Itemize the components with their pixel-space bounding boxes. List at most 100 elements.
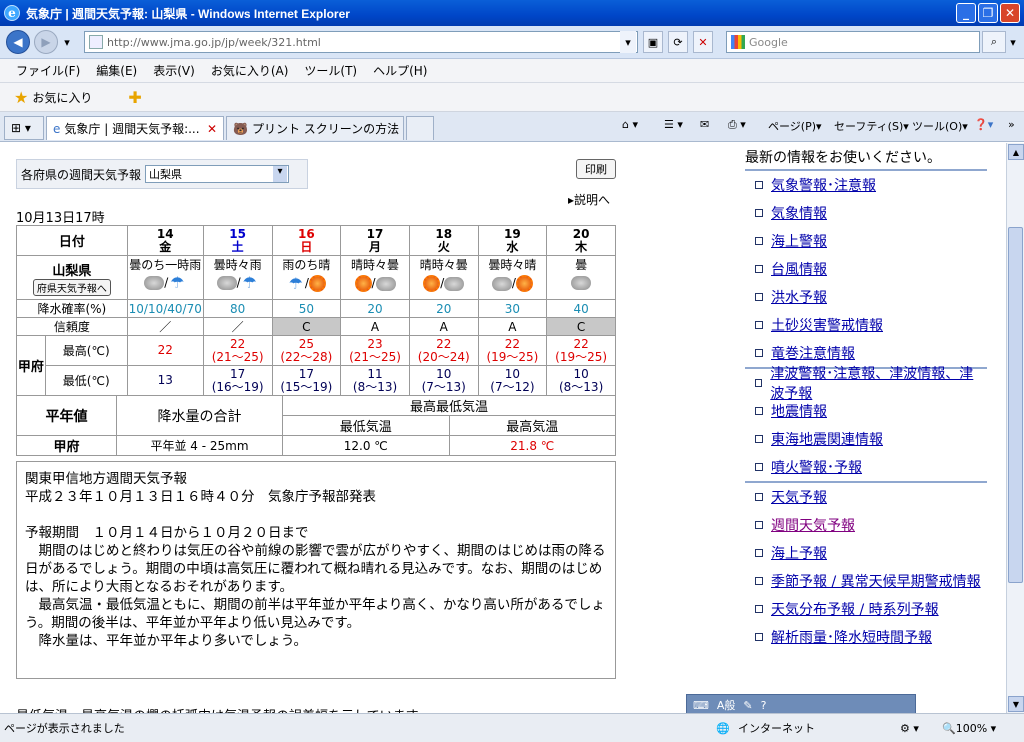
home-icon[interactable]: ⌂ ▾ (622, 118, 638, 131)
new-tab-button[interactable] (406, 116, 434, 140)
sidebar-link[interactable]: 解析雨量･降水短時間予報 (745, 623, 987, 651)
weekly-forecast-table: 日付 14 金 15 土 16 日 17 月 18 火 19 水 20 木山梨県 府県天気予報へ 曇のち一時雨 /… (16, 225, 616, 396)
pref-select[interactable]: 山梨県 (145, 165, 290, 183)
sidebar-link[interactable]: 気象情報 (745, 199, 987, 227)
menu-view[interactable]: 表示(V) (153, 62, 195, 79)
min-temp: 17 (230, 366, 246, 381)
tab-jma[interactable]: e 気象庁 | 週間天気予報:... ✕ (46, 116, 224, 140)
day-17: 17 月 (340, 225, 410, 256)
min-temp: 10 (504, 366, 521, 381)
search-input[interactable]: Google (726, 31, 980, 53)
sidebar-link[interactable]: 週間天気予報 (745, 511, 987, 539)
min-temp: 13 (157, 373, 173, 387)
sidebar-link[interactable]: 海上警報 (745, 227, 987, 255)
menu-file[interactable]: ファイル(F) (16, 62, 80, 79)
tab-printscreen[interactable]: 🐻 プリント スクリーンの方法 (226, 116, 404, 140)
sun-icon (423, 275, 441, 292)
vertical-scrollbar[interactable]: ▲ ▼ (1006, 143, 1024, 713)
day-date: 17 (366, 226, 384, 241)
protected-mode-icon[interactable]: ⚙ ▾ (900, 722, 919, 735)
close-button[interactable]: ✕ (1000, 3, 1020, 23)
maximize-button[interactable]: ❐ (978, 3, 998, 23)
max-temp-cell: 22 (21～25) (202, 335, 273, 366)
help-icon[interactable]: ❓▾ (974, 118, 993, 131)
menu-edit[interactable]: 編集(E) (96, 62, 137, 79)
back-button[interactable]: ◀ (6, 30, 30, 54)
feeds-icon[interactable]: ☰ ▾ (664, 118, 683, 131)
precip-label: 降水確率(%) (16, 299, 128, 318)
quick-tabs-icon[interactable]: ⊞ ▾ (4, 116, 44, 140)
search-icon[interactable]: ⌕ (982, 31, 1006, 53)
region-forecast-button[interactable]: 府県天気予報へ (32, 278, 111, 296)
globe-icon: 🌐 (716, 721, 730, 735)
max-temp: 23 (367, 336, 383, 351)
mail-icon[interactable]: ✉ (700, 118, 709, 131)
print-button[interactable]: 印刷 (576, 159, 616, 179)
max-temp-cell: 22 (126, 335, 204, 366)
max-temp-range: (19～25) (486, 349, 539, 364)
footnote: 最低気温、最高気温の欄の括弧内は気温予報の誤差幅を示しています。 (16, 705, 616, 713)
chevron-right-icon[interactable]: » (1008, 118, 1015, 131)
max-temp-cell: 22 (20～24) (408, 335, 479, 366)
sidebar-link[interactable]: 洪水予報 (745, 283, 987, 311)
address-dropdown-icon[interactable]: ▾ (620, 31, 636, 53)
safety-menu[interactable]: セーフティ(S) ▾ (834, 118, 909, 134)
scroll-down-icon[interactable]: ▼ (1008, 696, 1024, 712)
forward-button[interactable]: ▶ (34, 30, 58, 54)
sidebar-link[interactable]: 海上予報 (745, 539, 987, 567)
day-date: 20 (572, 226, 590, 241)
max-temp-range: (21～25) (349, 349, 401, 364)
menu-favorites[interactable]: お気に入り(A) (211, 62, 289, 79)
search-placeholder: Google (749, 35, 788, 49)
sidebar-link[interactable]: 季節予報 / 異常天候早期警戒情報 (745, 567, 987, 595)
sidebar-link[interactable]: 台風情報 (745, 255, 987, 283)
menu-tools[interactable]: ツール(T) (304, 62, 357, 79)
day-weekday: 木 (575, 239, 588, 254)
refresh-icon[interactable]: ⟳ (668, 31, 688, 53)
precip-value: 20 (340, 299, 410, 318)
explain-link[interactable]: ▸説明へ (568, 191, 610, 208)
scroll-up-icon[interactable]: ▲ (1008, 144, 1024, 160)
minimize-button[interactable]: _ (956, 3, 976, 23)
min-temp: 10 (436, 366, 452, 381)
sidebar-link[interactable]: 土砂災害警戒情報 (745, 311, 987, 339)
min-temp-cell: 11 (8～13) (340, 365, 410, 396)
zoom-control[interactable]: 🔍100% ▾ (942, 722, 996, 735)
page-menu[interactable]: ページ(P) ▾ (768, 118, 822, 134)
region-name: 山梨県 (52, 263, 92, 279)
date-header: 日付 (16, 225, 128, 256)
min-label: 最低(℃) (44, 365, 128, 396)
tools-menu[interactable]: ツール(O) ▾ (912, 118, 968, 134)
sidebar-link[interactable]: 東海地震関連情報 (745, 425, 987, 453)
compat-view-icon[interactable]: ▣ (643, 31, 663, 53)
print-icon[interactable]: ⎙ ▾ (728, 118, 746, 132)
day-weekday: 土 (231, 239, 244, 254)
address-field[interactable]: http://www.jma.go.jp/jp/week/321.html (84, 31, 638, 53)
tab-close-icon[interactable]: ✕ (207, 122, 217, 136)
sidebar-link[interactable]: 天気予報 (745, 483, 987, 511)
sun-icon (308, 275, 326, 292)
day-14: 14 金 (126, 225, 204, 256)
menu-help[interactable]: ヘルプ(H) (373, 62, 427, 79)
add-favorite-icon[interactable]: ✚ (128, 88, 141, 107)
sidebar-link[interactable]: 天気分布予報 / 時系列予報 (745, 595, 987, 623)
scroll-thumb[interactable] (1008, 227, 1023, 583)
sidebar-link[interactable]: 津波警報･注意報、津波情報、津波予報 (745, 366, 987, 402)
max-temp: 22 (573, 336, 589, 351)
forecast-para-1: 期間のはじめと終わりは気圧の谷や前線の影響で雲が広がりやすく、期間のはじめは雨の… (25, 543, 606, 595)
day-date: 18 (435, 226, 453, 241)
sun-icon (515, 275, 533, 292)
url-text: http://www.jma.go.jp/jp/week/321.html (107, 35, 321, 49)
search-options-icon[interactable]: ▾ (1006, 31, 1020, 53)
min-temp-cell: 10 (7～13) (408, 365, 479, 396)
tab-bar: ⊞ ▾ e 気象庁 | 週間天気予報:... ✕ 🐻 プリント スクリーンの方法 ⌂ … (0, 112, 1024, 142)
favorites-button[interactable]: お気に入り (32, 89, 92, 106)
sidebar-link[interactable]: 噴火警報･予報 (745, 453, 987, 481)
history-dropdown-icon[interactable]: ▾ (60, 35, 74, 49)
max-temp-cell: 23 (21～25) (340, 335, 410, 366)
window-title: 気象庁 | 週間天気予報: 山梨県 - Windows Internet Exp… (26, 6, 350, 21)
stop-icon[interactable]: ✕ (693, 31, 713, 53)
sidebar-link[interactable]: 気象警報･注意報 (745, 171, 987, 199)
favorites-star-icon[interactable]: ★ (14, 88, 28, 107)
cloud-icon (491, 276, 512, 291)
